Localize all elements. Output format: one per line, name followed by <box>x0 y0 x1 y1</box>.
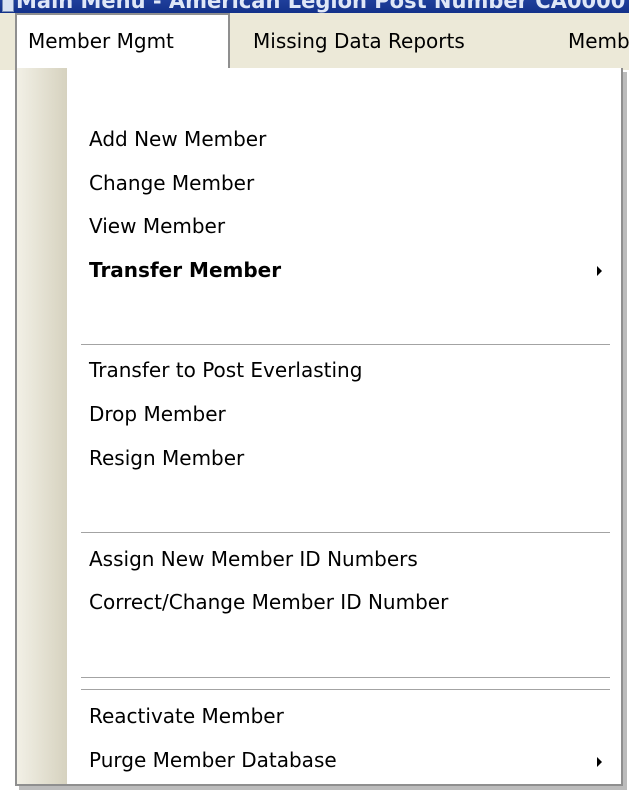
menu-item-drop-member[interactable]: Drop Member <box>89 394 226 434</box>
title-bar: Main Menu - American Legion Post Number … <box>0 0 629 13</box>
submenu-arrow-icon <box>597 266 602 276</box>
menu-member-mgmt[interactable]: Member Mgmt <box>15 13 230 70</box>
menu-missing-data-reports[interactable]: Missing Data Reports <box>253 13 465 70</box>
menu-item-reactivate-member[interactable]: Reactivate Member <box>89 696 284 736</box>
menu-separator <box>81 677 610 678</box>
menu-item-purge-member-database[interactable]: Purge Member Database <box>89 740 337 780</box>
menu-item-transfer-to-post-everlasting[interactable]: Transfer to Post Everlasting <box>89 350 362 390</box>
menu-gutter <box>17 68 67 784</box>
menu-separator <box>81 344 610 345</box>
menu-item-correct-change-member-id-number[interactable]: Correct/Change Member ID Number <box>89 582 448 622</box>
menu-item-add-new-member[interactable]: Add New Member <box>89 119 266 159</box>
menu-separator <box>81 689 610 690</box>
menu-item-view-member[interactable]: View Member <box>89 206 225 246</box>
menu-item-assign-new-member-id-numbers[interactable]: Assign New Member ID Numbers <box>89 539 418 579</box>
app-icon <box>2 0 14 12</box>
menu-item-transfer-member[interactable]: Transfer Member <box>89 250 281 290</box>
menu-separator <box>81 532 610 533</box>
window-title: Main Menu - American Legion Post Number … <box>16 0 626 13</box>
menu-item-change-member[interactable]: Change Member <box>89 163 254 203</box>
menu-membership[interactable]: Memb <box>568 13 629 70</box>
menu-item-resign-member[interactable]: Resign Member <box>89 438 244 478</box>
submenu-arrow-icon <box>597 757 602 767</box>
